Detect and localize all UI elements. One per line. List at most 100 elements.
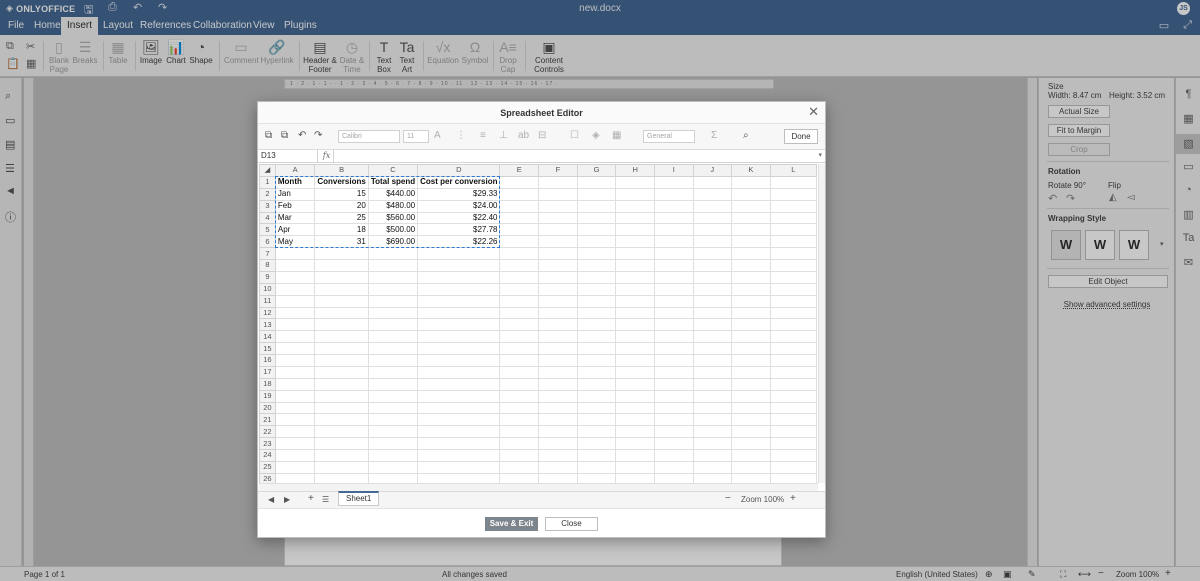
cell[interactable] (417, 330, 501, 344)
cell[interactable] (692, 259, 733, 272)
cell[interactable] (576, 211, 617, 225)
cell[interactable] (692, 211, 733, 225)
cell[interactable] (314, 377, 369, 391)
cell[interactable] (615, 389, 656, 403)
row-header[interactable]: 4 (259, 211, 276, 225)
cell[interactable] (576, 270, 617, 284)
cell[interactable] (499, 199, 540, 213)
cell[interactable] (769, 199, 817, 213)
cell[interactable] (538, 472, 578, 483)
cell[interactable]: $24.00 (417, 199, 501, 213)
row-header[interactable]: 9 (259, 270, 276, 284)
row-header[interactable]: 12 (259, 306, 276, 320)
cell[interactable] (692, 306, 733, 320)
row-header[interactable]: 20 (259, 401, 276, 415)
cell[interactable] (367, 318, 419, 332)
add-sheet-icon[interactable]: + (308, 493, 314, 504)
cell[interactable] (654, 413, 694, 427)
cell[interactable] (499, 425, 540, 439)
expand-formula-chevron-icon[interactable]: ▾ (818, 150, 822, 162)
cell[interactable]: Apr (274, 223, 316, 237)
cell[interactable] (538, 365, 578, 379)
cell[interactable] (654, 282, 694, 296)
cell[interactable] (731, 259, 771, 272)
cell[interactable] (731, 294, 771, 308)
cell[interactable] (615, 330, 656, 344)
cell[interactable] (274, 282, 316, 296)
cell[interactable] (314, 342, 369, 355)
cell[interactable] (731, 365, 771, 379)
cell[interactable] (367, 294, 419, 308)
cell[interactable] (417, 306, 501, 320)
cell[interactable] (692, 175, 733, 189)
cell[interactable] (367, 270, 419, 284)
cell[interactable] (731, 330, 771, 344)
cell[interactable]: $690.00 (367, 235, 419, 249)
column-header[interactable]: I (654, 164, 694, 177)
cell[interactable] (654, 342, 694, 355)
cell[interactable] (692, 365, 733, 379)
row-header[interactable]: 6 (259, 235, 276, 249)
text-orientation-icon[interactable]: ab (518, 130, 529, 141)
cell[interactable] (314, 294, 369, 308)
cell[interactable] (367, 247, 419, 260)
cell[interactable] (654, 199, 694, 213)
cell[interactable] (769, 365, 817, 379)
cell[interactable] (367, 282, 419, 296)
cell[interactable]: Cost per conversion (417, 175, 501, 189)
column-header[interactable]: D (417, 164, 501, 177)
cell[interactable]: Feb (274, 199, 316, 213)
cell[interactable] (769, 401, 817, 415)
cell[interactable] (576, 425, 617, 439)
column-header[interactable]: F (538, 164, 578, 177)
cell[interactable] (692, 401, 733, 415)
cell[interactable] (499, 449, 540, 462)
spreadsheet-grid[interactable]: ◢ A B C D E F G H I J K L 1 Month Conversions Total spe… (259, 164, 817, 483)
cell[interactable] (731, 199, 771, 213)
cell[interactable] (274, 389, 316, 403)
cell[interactable] (615, 282, 656, 296)
cell[interactable] (538, 401, 578, 415)
vertical-align-icon[interactable]: ⊥ (499, 130, 508, 141)
cell[interactable] (499, 211, 540, 225)
cell[interactable] (417, 389, 501, 403)
cell[interactable]: Month (274, 175, 316, 189)
cell[interactable] (692, 377, 733, 391)
cell[interactable] (576, 377, 617, 391)
cell[interactable]: $29.33 (417, 187, 501, 201)
cell[interactable] (576, 413, 617, 427)
row-header[interactable]: 8 (259, 259, 276, 272)
more-icon[interactable]: ⋮ (456, 130, 466, 141)
cell[interactable] (654, 175, 694, 189)
cell[interactable] (769, 270, 817, 284)
row-header[interactable]: 3 (259, 199, 276, 213)
cell[interactable] (417, 294, 501, 308)
cell[interactable] (576, 460, 617, 474)
cell[interactable] (538, 282, 578, 296)
cell[interactable] (274, 377, 316, 391)
cell[interactable] (274, 460, 316, 474)
cell[interactable] (367, 460, 419, 474)
grid-horizontal-scrollbar[interactable] (259, 483, 818, 491)
cell[interactable] (692, 354, 733, 367)
cell[interactable] (615, 437, 656, 450)
cell[interactable] (615, 306, 656, 320)
cell[interactable]: $560.00 (367, 211, 419, 225)
autosum-icon[interactable]: Σ (711, 130, 717, 141)
cell[interactable] (274, 247, 316, 260)
cell[interactable] (654, 187, 694, 201)
merge-cells-icon[interactable]: ⊟ (538, 130, 546, 141)
cell[interactable] (274, 306, 316, 320)
cell[interactable] (499, 413, 540, 427)
row-header[interactable]: 23 (259, 437, 276, 450)
cell[interactable] (499, 270, 540, 284)
cell[interactable] (274, 294, 316, 308)
cell[interactable] (417, 365, 501, 379)
cell[interactable]: Conversions (314, 175, 369, 189)
cell[interactable] (274, 354, 316, 367)
cell[interactable] (499, 365, 540, 379)
cell[interactable] (538, 294, 578, 308)
cell[interactable] (417, 247, 501, 260)
cell[interactable] (499, 460, 540, 474)
cell[interactable] (499, 377, 540, 391)
